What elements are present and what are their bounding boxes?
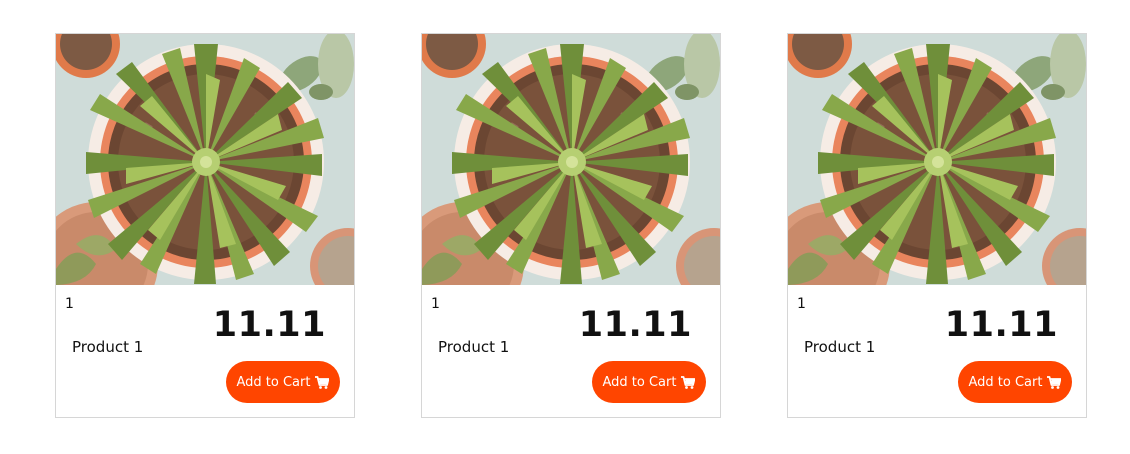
product-name: Product 1 — [72, 338, 144, 356]
product-card: 1 Product 1 11.11 Add to Cart — [55, 33, 355, 418]
product-image[interactable] — [422, 34, 721, 285]
product-card: 1 Product 1 11.11 Add to Cart — [787, 33, 1087, 418]
cart-icon — [681, 375, 696, 389]
product-price: 11.11 — [578, 305, 692, 345]
product-price: 11.11 — [212, 305, 326, 345]
cart-icon — [315, 375, 330, 389]
product-card: 1 Product 1 11.11 Add to Cart — [421, 33, 721, 418]
product-image[interactable] — [788, 34, 1087, 285]
product-name: Product 1 — [804, 338, 876, 356]
add-to-cart-button[interactable]: Add to Cart — [592, 361, 706, 403]
add-to-cart-button[interactable]: Add to Cart — [226, 361, 340, 403]
add-to-cart-label: Add to Cart — [968, 374, 1043, 390]
product-id: 1 — [797, 296, 806, 312]
cart-icon — [1047, 375, 1062, 389]
add-to-cart-button[interactable]: Add to Cart — [958, 361, 1072, 403]
product-image[interactable] — [56, 34, 355, 285]
product-name: Product 1 — [438, 338, 510, 356]
product-price: 11.11 — [944, 305, 1058, 345]
product-id: 1 — [431, 296, 440, 312]
add-to-cart-label: Add to Cart — [602, 374, 677, 390]
add-to-cart-label: Add to Cart — [236, 374, 311, 390]
product-id: 1 — [65, 296, 74, 312]
